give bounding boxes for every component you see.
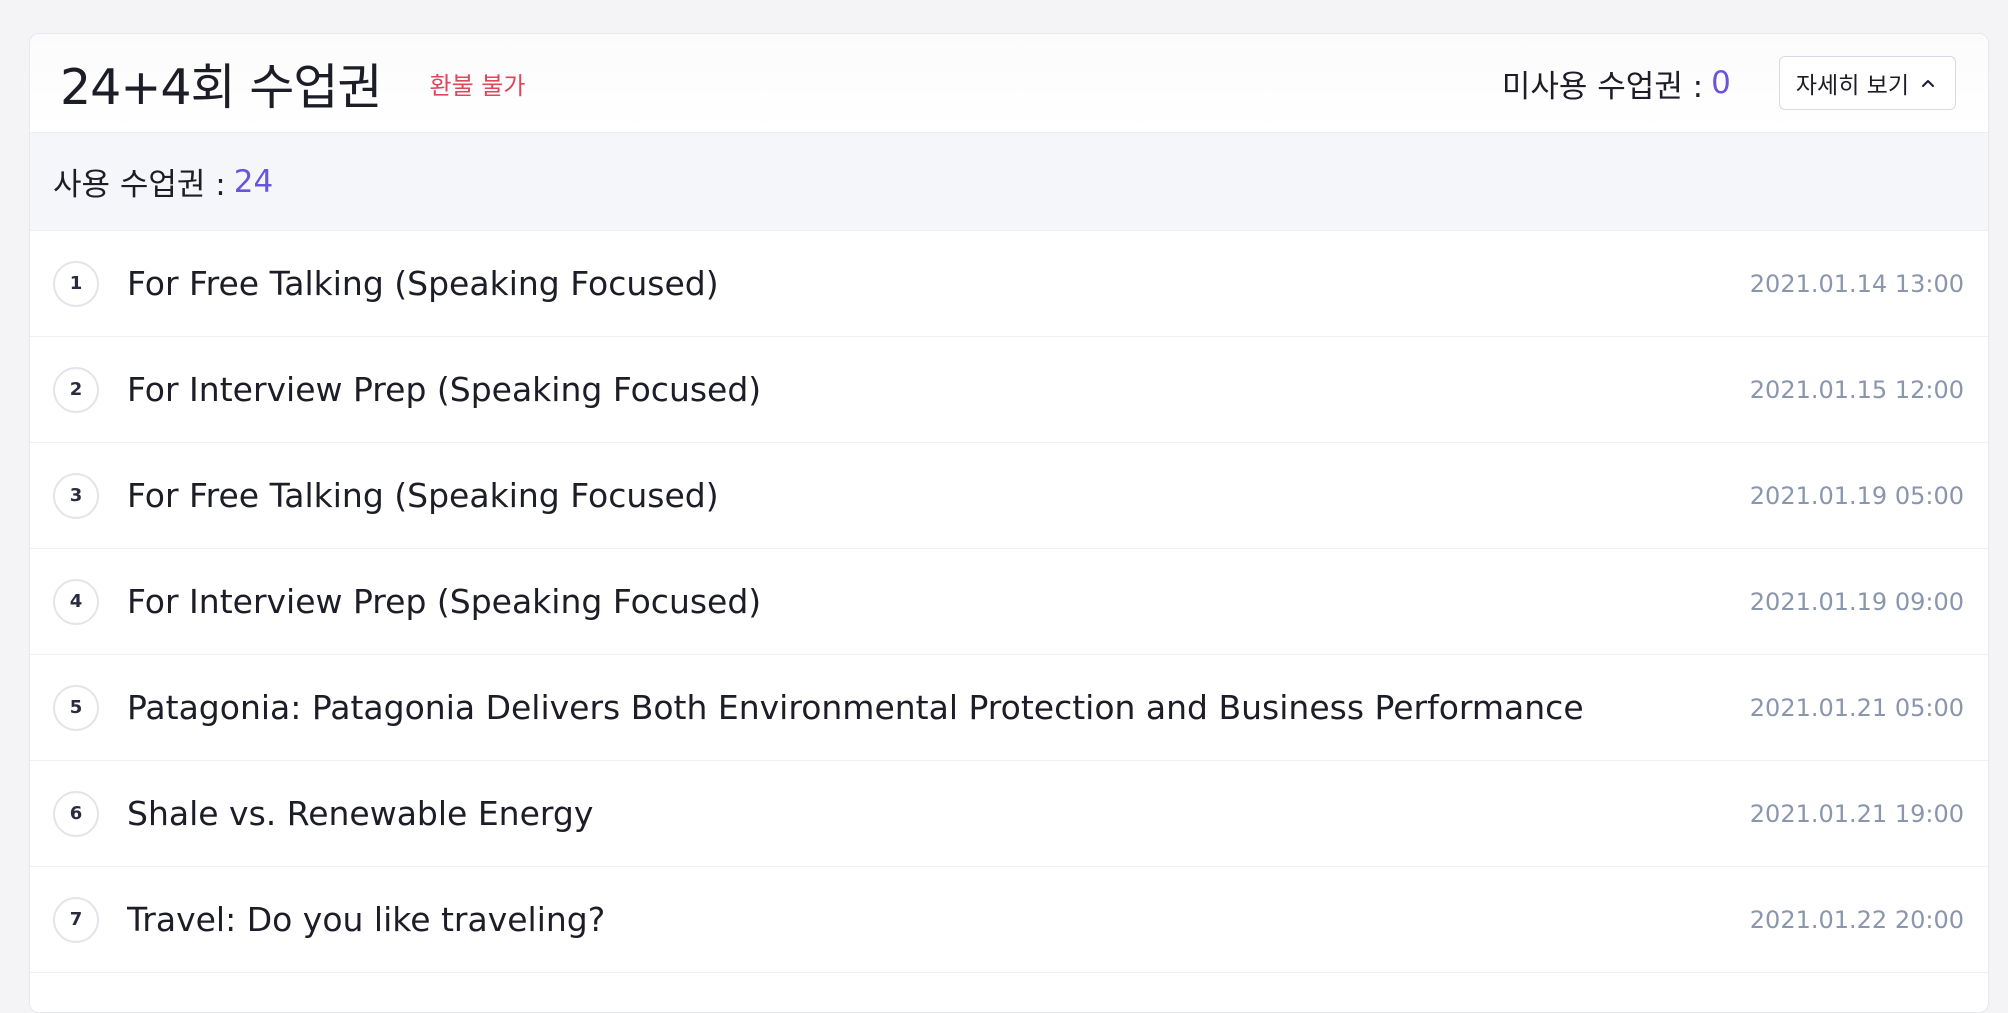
unused-credits-count: 0 — [1711, 65, 1731, 101]
lesson-row[interactable]: 3 For Free Talking (Speaking Focused) 20… — [30, 443, 1988, 549]
used-credits-bar: 사용 수업권 : 24 — [30, 133, 1988, 231]
lesson-list: 1 For Free Talking (Speaking Focused) 20… — [30, 231, 1988, 973]
lesson-date: 2021.01.21 05:00 — [1749, 693, 1964, 722]
lesson-date: 2021.01.22 20:00 — [1749, 905, 1964, 934]
used-credits-label: 사용 수업권 : — [53, 167, 226, 203]
lesson-title: For Free Talking (Speaking Focused) — [127, 476, 719, 515]
lesson-date: 2021.01.19 05:00 — [1749, 481, 1964, 510]
used-credits-count: 24 — [233, 163, 274, 200]
lesson-title: Travel: Do you like traveling? — [127, 900, 606, 939]
lesson-row[interactable]: 6 Shale vs. Renewable Energy 2021.01.21 … — [30, 761, 1988, 867]
details-button-label: 자세히 보기 — [1795, 73, 1909, 99]
lesson-title: For Free Talking (Speaking Focused) — [127, 264, 719, 303]
lesson-title: Shale vs. Renewable Energy — [127, 794, 594, 833]
lesson-number: 7 — [53, 896, 99, 943]
lesson-title: For Interview Prep (Speaking Focused) — [127, 370, 762, 409]
lesson-row[interactable]: 5 Patagonia: Patagonia Delivers Both Env… — [30, 655, 1988, 761]
lesson-package-card: 24+4회 수업권 환불 불가 미사용 수업권 : 0 자세히 보기 사용 수업… — [29, 33, 1989, 1013]
lesson-title: Patagonia: Patagonia Delivers Both Envir… — [127, 688, 1584, 727]
lesson-row[interactable]: 1 For Free Talking (Speaking Focused) 20… — [30, 231, 1988, 337]
lesson-date: 2021.01.14 13:00 — [1749, 269, 1964, 298]
refund-status-badge: 환불 불가 — [429, 71, 526, 100]
lesson-date: 2021.01.19 09:00 — [1749, 587, 1964, 616]
unused-credits-label: 미사용 수업권 : — [1501, 68, 1704, 105]
lesson-title: For Interview Prep (Speaking Focused) — [127, 582, 762, 621]
lesson-row[interactable]: 7 Travel: Do you like traveling? 2021.01… — [30, 867, 1988, 973]
details-toggle-button[interactable]: 자세히 보기 — [1778, 56, 1956, 110]
lesson-number: 5 — [53, 684, 99, 731]
lesson-number: 3 — [53, 472, 99, 519]
lesson-number: 1 — [53, 260, 99, 307]
lesson-date: 2021.01.21 19:00 — [1749, 799, 1964, 828]
lesson-number: 6 — [53, 790, 99, 837]
lesson-row[interactable]: 4 For Interview Prep (Speaking Focused) … — [30, 549, 1988, 655]
lesson-row[interactable]: 2 For Interview Prep (Speaking Focused) … — [30, 337, 1988, 443]
lesson-number: 2 — [53, 366, 99, 413]
lesson-date: 2021.01.15 12:00 — [1749, 375, 1964, 404]
chevron-up-icon — [1921, 78, 1935, 88]
package-title: 24+4회 수업권 — [60, 58, 382, 116]
lesson-number: 4 — [53, 578, 99, 625]
package-header: 24+4회 수업권 환불 불가 미사용 수업권 : 0 자세히 보기 — [30, 34, 1988, 133]
